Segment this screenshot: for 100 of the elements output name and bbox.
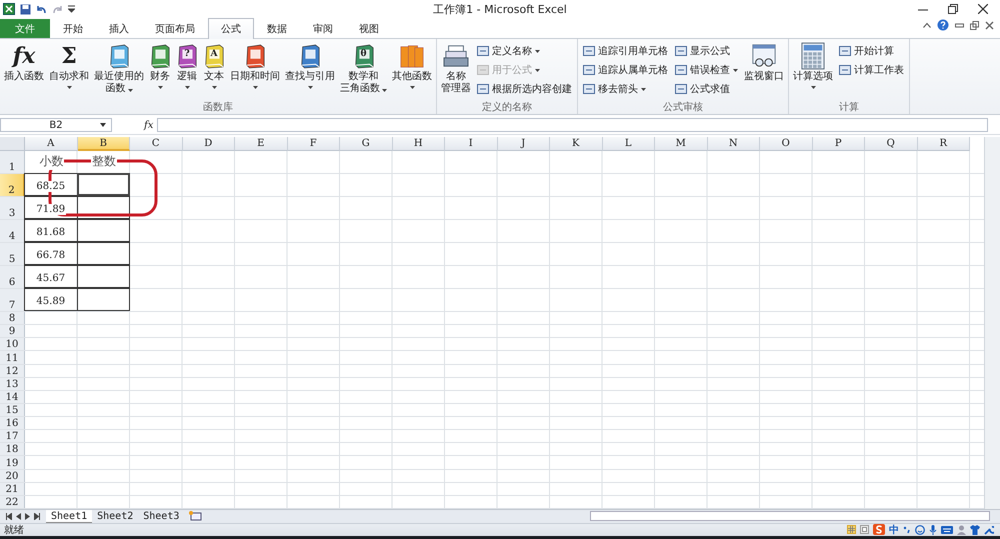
column-header[interactable]: J — [498, 137, 550, 151]
collapse-ribbon-icon[interactable] — [923, 22, 931, 28]
smiley-icon[interactable] — [915, 524, 925, 535]
wrench-icon[interactable] — [984, 524, 994, 535]
vertical-scrollbar[interactable] — [984, 137, 1000, 509]
ribbon-button[interactable]: A 文本 — [201, 41, 227, 100]
column-header[interactable]: Q — [865, 137, 918, 151]
table-cell[interactable]: 45.67 — [24, 265, 78, 288]
row-header[interactable]: 9 — [0, 325, 25, 338]
table-cell[interactable]: 66.78 — [24, 242, 78, 265]
ribbon-button[interactable]: 追踪从属单元格 — [583, 62, 668, 78]
row-header[interactable]: 15 — [0, 404, 25, 416]
ribbon-button[interactable]: ? 逻辑 — [174, 41, 200, 100]
file-menu-tab[interactable]: 文件 — [0, 19, 50, 38]
column-header[interactable]: D — [182, 137, 235, 151]
row-header[interactable]: 17 — [0, 430, 25, 442]
empty-cell[interactable] — [76, 196, 130, 219]
ribbon-button[interactable]: fx 插入函数 — [2, 41, 46, 100]
sheet-tab[interactable]: Sheet2 — [92, 510, 138, 523]
ribbon-button[interactable]: 监视窗口 — [742, 41, 786, 100]
empty-cell[interactable] — [76, 242, 130, 265]
microphone-icon[interactable] — [929, 524, 937, 535]
ribbon-button[interactable]: 移去箭头 — [583, 81, 668, 97]
name-box[interactable]: B2 — [0, 118, 112, 132]
ribbon-tab[interactable]: 公式 — [208, 18, 254, 39]
ribbon-button[interactable]: 公式求值 — [675, 81, 738, 97]
row-header[interactable]: 6 — [0, 266, 25, 288]
table-cell[interactable]: 整数 — [78, 151, 130, 173]
punctuation-icon[interactable] — [903, 525, 911, 534]
keyboard-icon[interactable] — [941, 526, 953, 534]
ribbon-button[interactable]: 追踪引用单元格 — [583, 43, 668, 59]
column-header[interactable]: H — [392, 137, 445, 151]
sheet-tab[interactable]: Sheet1 — [46, 510, 92, 523]
ribbon-button[interactable]: 计算工作表 — [839, 62, 904, 78]
page-layout-view-button[interactable] — [860, 525, 869, 534]
ribbon-button[interactable]: 财务 — [147, 41, 173, 100]
ribbon-button[interactable]: 查找与引用 — [283, 41, 337, 100]
ribbon-button[interactable]: 开始计算 — [839, 43, 904, 59]
empty-cell[interactable] — [76, 265, 130, 288]
column-header[interactable]: L — [602, 137, 655, 151]
last-sheet-icon[interactable] — [34, 512, 40, 520]
column-header[interactable]: M — [655, 137, 708, 151]
ribbon-tab[interactable]: 数据 — [254, 19, 300, 38]
next-sheet-icon[interactable] — [25, 512, 30, 520]
row-header[interactable]: 11 — [0, 351, 25, 364]
restore-icon[interactable] — [970, 20, 979, 30]
formula-input[interactable] — [157, 118, 988, 132]
previous-sheet-icon[interactable] — [16, 512, 21, 520]
table-cell[interactable]: 小数 — [25, 151, 78, 173]
column-header[interactable]: N — [708, 137, 760, 151]
row-header[interactable]: 10 — [0, 338, 25, 350]
row-header[interactable]: 1 — [0, 151, 25, 173]
row-header[interactable]: 22 — [0, 496, 25, 508]
table-cell[interactable]: 45.89 — [24, 288, 78, 311]
restore-icon[interactable] — [948, 4, 958, 14]
ribbon-button[interactable]: Σ 自动求和 — [47, 41, 91, 100]
input-method-logo-icon[interactable] — [873, 524, 885, 536]
help-icon[interactable] — [937, 19, 949, 31]
column-header[interactable]: E — [235, 137, 288, 151]
close-icon[interactable] — [985, 20, 994, 30]
row-header[interactable]: 5 — [0, 243, 25, 265]
sheet-tab[interactable]: Sheet3 — [138, 510, 184, 523]
column-header[interactable]: C — [130, 137, 182, 151]
minimize-icon[interactable] — [955, 20, 964, 30]
insert-function-button[interactable]: fx — [144, 120, 154, 130]
insert-sheet-icon[interactable] — [188, 511, 202, 522]
table-cell[interactable]: 71.89 — [24, 196, 78, 219]
row-header[interactable]: 19 — [0, 456, 25, 468]
horizontal-scrollbar[interactable] — [590, 511, 990, 522]
shirt-icon[interactable] — [970, 524, 980, 535]
column-header[interactable]: I — [445, 137, 498, 151]
normal-view-button[interactable] — [847, 525, 856, 534]
table-cell[interactable]: 68.25 — [24, 173, 78, 196]
column-header[interactable]: B — [78, 137, 130, 151]
ribbon-button[interactable]: 最近使用的 函数 — [92, 41, 146, 100]
column-header[interactable]: P — [812, 137, 865, 151]
empty-cell[interactable] — [76, 219, 130, 242]
table-cell[interactable]: 81.68 — [24, 219, 78, 242]
undo-icon[interactable] — [36, 4, 47, 14]
empty-cell[interactable] — [76, 173, 130, 196]
column-header[interactable]: K — [550, 137, 602, 151]
ribbon-tab[interactable]: 页面布局 — [142, 19, 208, 38]
first-sheet-icon[interactable] — [6, 512, 12, 520]
close-icon[interactable] — [978, 4, 988, 14]
row-header[interactable]: 21 — [0, 482, 25, 495]
empty-cell[interactable] — [76, 288, 130, 311]
ribbon-button[interactable]: 计算选项 — [791, 41, 835, 100]
ribbon-button[interactable]: 根据所选内容创建 — [477, 81, 572, 97]
ribbon-tab[interactable]: 开始 — [50, 19, 96, 38]
column-header[interactable]: F — [288, 137, 340, 151]
customize-caret-icon[interactable] — [68, 4, 75, 14]
row-header[interactable]: 12 — [0, 364, 25, 377]
ribbon-button[interactable]: θ 数学和 三角函数 — [338, 41, 389, 100]
dropdown-caret-icon[interactable] — [100, 123, 106, 127]
save-icon[interactable] — [20, 4, 31, 14]
row-header[interactable]: 3 — [0, 197, 25, 219]
row-header[interactable]: 8 — [0, 312, 25, 324]
row-header[interactable]: 13 — [0, 378, 25, 390]
row-header[interactable]: 16 — [0, 417, 25, 430]
ribbon-tab[interactable]: 审阅 — [300, 19, 346, 38]
